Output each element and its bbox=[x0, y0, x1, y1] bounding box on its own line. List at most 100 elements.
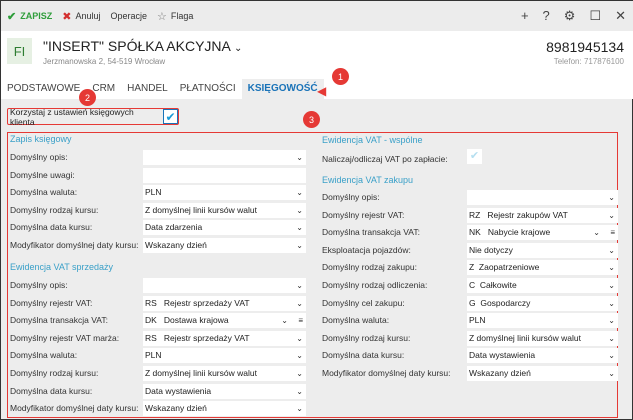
company-name-text: "INSERT" SPÓŁKA AKCYJNA bbox=[43, 38, 231, 54]
company-logo: FI bbox=[7, 38, 32, 64]
chevron-down-icon[interactable]: ⌄ bbox=[608, 190, 615, 205]
dropdown-domyslny-rejestr-vat[interactable]: RZ Rejestr zakupów VAT ⌄ bbox=[467, 207, 618, 223]
dropdown-modyfikator-domyslnej-daty-kursu[interactable]: Wskazany dzień ⌄ bbox=[143, 238, 306, 253]
chevron-down-icon[interactable]: ⌄ bbox=[296, 384, 303, 399]
field-value: PLN bbox=[469, 315, 486, 326]
field-value: Wskazany dzień bbox=[145, 240, 207, 250]
chevron-down-icon[interactable]: ⌄ bbox=[608, 260, 615, 275]
chevron-down-icon[interactable]: ⌄ bbox=[296, 331, 303, 346]
chevron-down-icon[interactable]: ⌄ bbox=[608, 278, 615, 293]
tab-platnosci[interactable]: PŁATNOŚCI bbox=[174, 79, 242, 99]
field-label: Domyślny rejestr VAT marża: bbox=[10, 332, 120, 343]
field-value: Data wystawienia bbox=[469, 350, 536, 361]
dropdown-domyslna-data-kursu[interactable]: Data wystawienia ⌄ bbox=[143, 383, 306, 399]
chevron-down-icon[interactable]: ⌄ bbox=[296, 278, 303, 293]
dropdown-domyslna-data-kursu[interactable]: Data zdarzenia ⌄ bbox=[143, 220, 306, 236]
chevron-down-icon[interactable]: ⌄ bbox=[608, 296, 615, 311]
cancel-button[interactable]: ✖ Anuluj bbox=[62, 10, 100, 23]
use-client-settings-checkbox[interactable]: ✔ bbox=[163, 109, 178, 124]
dropdown-domyslny-rodzaj-kursu[interactable]: Z domyślnej linii kursów walut ⌄ bbox=[467, 330, 618, 346]
chevron-down-icon[interactable]: ⌄ bbox=[296, 401, 303, 416]
dropdown-domyslna-transakcja-vat[interactable]: DK Dostawa krajowa ⌄ ≡ bbox=[143, 313, 306, 329]
field-value: Z domyślnej linii kursów walut bbox=[145, 204, 257, 215]
chevron-down-icon[interactable]: ⌄ bbox=[296, 220, 303, 235]
field-value: Z domyślnej linii kursów walut bbox=[145, 368, 257, 378]
vat-after-payment-label: Naliczaj/odliczaj VAT po zapłacie: bbox=[322, 154, 448, 164]
tab-podstawowe[interactable]: PODSTAWOWE bbox=[1, 79, 86, 99]
chevron-down-icon[interactable]: ⌄ bbox=[296, 150, 303, 165]
chevron-down-icon[interactable]: ⌄ bbox=[296, 296, 303, 311]
section-title-vat-common: Ewidencja VAT - wspólne bbox=[322, 135, 423, 145]
flag-button[interactable]: ☆ Flaga bbox=[157, 10, 193, 23]
maximize-icon[interactable]: ☐ bbox=[589, 8, 601, 24]
save-button[interactable]: ✔ ZAPISZ bbox=[7, 10, 52, 23]
chevron-down-icon[interactable]: ⌄ bbox=[281, 313, 288, 328]
dropdown-domyslny-rodzaj-zakupu[interactable]: Z Zaopatrzeniowe ⌄ bbox=[467, 260, 618, 276]
chevron-down-icon[interactable]: ⌄ bbox=[234, 43, 242, 54]
dropdown-domyslny-opis[interactable]: ⌄ bbox=[143, 150, 306, 165]
dropdown-domyslny-opis[interactable]: ⌄ bbox=[467, 190, 618, 205]
company-nip: 8981945134 bbox=[546, 39, 624, 55]
field-value: Wskazany dzień bbox=[469, 368, 531, 378]
annotation-arrow-icon: ◀ bbox=[317, 84, 327, 98]
field-label: Domyślna data kursu: bbox=[10, 385, 93, 396]
chevron-down-icon[interactable]: ⌄ bbox=[593, 225, 600, 240]
chevron-down-icon[interactable]: ⌄ bbox=[296, 348, 303, 363]
dropdown-domyslny-cel-zakupu[interactable]: G Gospodarczy ⌄ bbox=[467, 295, 618, 311]
add-task-icon[interactable]: + bbox=[521, 8, 529, 24]
field-label: Domyślny rodzaj kursu: bbox=[322, 332, 411, 343]
dropdown-domyslny-rodzaj-kursu[interactable]: Z domyślnej linii kursów walut ⌄ bbox=[143, 366, 306, 381]
chevron-down-icon[interactable]: ⌄ bbox=[608, 313, 615, 328]
annotation-badge-3: 3 bbox=[303, 111, 320, 128]
chevron-down-icon[interactable]: ⌄ bbox=[608, 208, 615, 223]
dropdown-domyslna-data-kursu[interactable]: Data wystawienia ⌄ bbox=[467, 348, 618, 364]
field-value: Data wystawienia bbox=[145, 385, 212, 396]
chevron-down-icon[interactable]: ⌄ bbox=[608, 348, 615, 363]
field-value: Z Zaopatrzeniowe bbox=[469, 262, 540, 273]
chevron-down-icon[interactable]: ⌄ bbox=[296, 203, 303, 218]
chevron-down-icon[interactable]: ⌄ bbox=[608, 366, 615, 381]
dropdown-domyslna-waluta[interactable]: PLN ⌄ bbox=[467, 313, 618, 329]
field-label: Domyślny cel zakupu: bbox=[322, 297, 405, 308]
list-menu-icon[interactable]: ≡ bbox=[610, 225, 615, 240]
chevron-down-icon[interactable]: ⌄ bbox=[296, 238, 303, 253]
dropdown-domyslna-waluta[interactable]: PLN ⌄ bbox=[143, 348, 306, 364]
vat-after-payment-checkbox[interactable]: ✔ bbox=[467, 149, 482, 164]
company-phone: Telefon: 717876100 bbox=[553, 57, 624, 66]
input-domyslne-uwagi[interactable] bbox=[143, 167, 306, 183]
field-label: Modyfikator domyślnej daty kursu: bbox=[10, 240, 139, 250]
close-window-icon[interactable]: ✕ bbox=[615, 8, 626, 24]
cancel-label: Anuluj bbox=[75, 11, 101, 21]
chevron-down-icon[interactable]: ⌄ bbox=[296, 366, 303, 381]
help-icon[interactable]: ? bbox=[543, 8, 550, 24]
dropdown-domyslna-waluta[interactable]: PLN ⌄ bbox=[143, 185, 306, 201]
dropdown-domyslny-rejestr-vat-marza[interactable]: RS Rejestr sprzedaży VAT ⌄ bbox=[143, 330, 306, 346]
operations-button[interactable]: Operacje bbox=[110, 11, 147, 21]
annotation-badge-2: 2 bbox=[79, 89, 96, 106]
dropdown-modyfikator-domyslnej-daty-kursu[interactable]: Wskazany dzień ⌄ bbox=[467, 366, 618, 381]
tab-handel[interactable]: HANDEL bbox=[121, 79, 174, 99]
list-menu-icon[interactable]: ≡ bbox=[298, 313, 303, 328]
close-icon: ✖ bbox=[62, 10, 72, 23]
dropdown-domyslny-rejestr-vat[interactable]: RS Rejestr sprzedaży VAT ⌄ bbox=[143, 295, 306, 311]
dropdown-modyfikator-domyslnej-daty-kursu[interactable]: Wskazany dzień ⌄ bbox=[143, 401, 306, 417]
field-value: Z domyślnej linii kursów walut bbox=[469, 332, 581, 343]
company-name[interactable]: "INSERT" SPÓŁKA AKCYJNA ⌄ bbox=[43, 38, 242, 54]
dropdown-domyslny-opis[interactable]: ⌄ bbox=[143, 278, 306, 293]
annotation-badge-1: 1 bbox=[332, 68, 349, 85]
field-label: Domyślny rejestr VAT: bbox=[322, 209, 405, 220]
star-icon: ☆ bbox=[157, 10, 167, 23]
chevron-down-icon[interactable]: ⌄ bbox=[296, 185, 303, 200]
dropdown-domyslny-rodzaj-odliczenia[interactable]: C Całkowite ⌄ bbox=[467, 278, 618, 293]
dropdown-domyslna-transakcja-vat[interactable]: NK Nabycie krajowe ⌄ ≡ bbox=[467, 225, 618, 241]
chevron-down-icon[interactable]: ⌄ bbox=[608, 331, 615, 346]
section-title-ewidencja-vat-zakupu: Ewidencja VAT zakupu bbox=[322, 175, 414, 185]
dropdown-domyslny-rodzaj-kursu[interactable]: Z domyślnej linii kursów walut ⌄ bbox=[143, 202, 306, 218]
dropdown-eksploatacja-pojazdow[interactable]: Nie dotyczy ⌄ bbox=[467, 242, 618, 258]
tab-ksiegowosc[interactable]: KSIĘGOWOŚĆ bbox=[241, 79, 324, 99]
save-label: ZAPISZ bbox=[20, 11, 53, 21]
field-value: Wskazany dzień bbox=[145, 403, 207, 414]
chevron-down-icon[interactable]: ⌄ bbox=[608, 243, 615, 258]
field-label: Domyślne uwagi: bbox=[10, 169, 75, 180]
gear-icon[interactable]: ⚙ bbox=[564, 8, 576, 24]
